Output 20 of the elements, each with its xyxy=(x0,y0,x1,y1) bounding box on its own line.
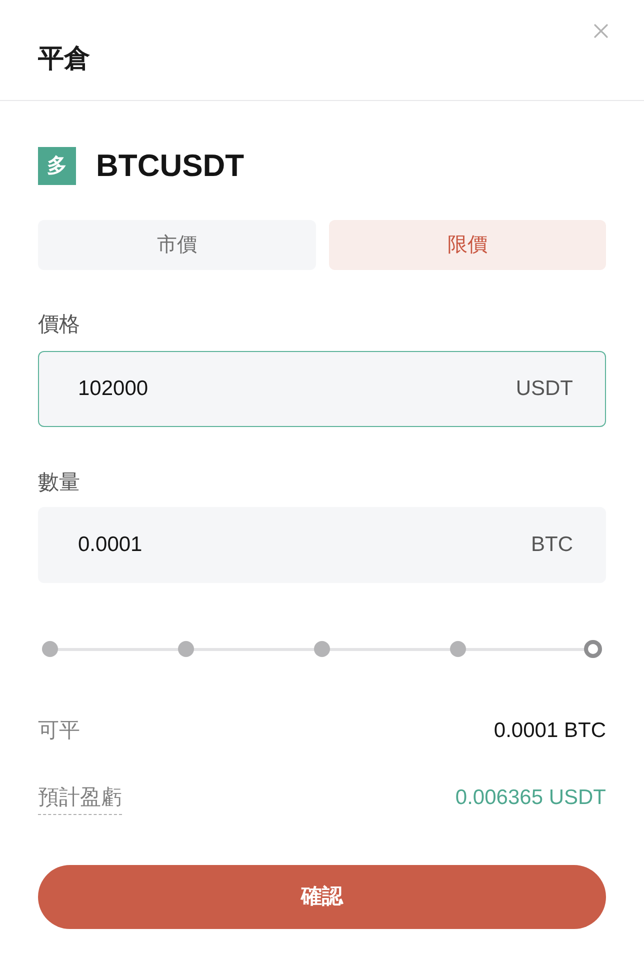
value-input[interactable]: 0.0001 xyxy=(78,529,519,561)
order-type-tab[interactable]: 市價 xyxy=(38,220,316,270)
amount-slider-track[interactable] xyxy=(42,639,602,659)
summary-label[interactable]: 預計盈虧 xyxy=(38,784,122,815)
slider-thumb[interactable] xyxy=(584,640,602,658)
input-field[interactable]: 0.0001 BTC xyxy=(38,507,606,583)
order-type-tab[interactable]: 限價 xyxy=(328,220,606,270)
value-input[interactable]: 102000 xyxy=(78,373,504,405)
summary-value: 0.0001 BTC xyxy=(494,718,606,744)
confirm-button[interactable]: 確認 xyxy=(38,865,606,929)
summary-value: 0.006365 USDT xyxy=(455,785,606,811)
unit-label: BTC xyxy=(531,532,573,558)
long-side-badge: 多 xyxy=(38,147,76,185)
field-label: 價格 xyxy=(38,312,80,338)
dialog-title: 平倉 xyxy=(38,42,90,74)
unit-label: USDT xyxy=(516,376,573,402)
summary-label: 可平 xyxy=(38,718,80,744)
input-field[interactable]: 102000 USDT xyxy=(38,351,606,427)
symbol-name: BTCUSDT xyxy=(96,147,244,185)
field-label: 數量 xyxy=(38,470,80,496)
